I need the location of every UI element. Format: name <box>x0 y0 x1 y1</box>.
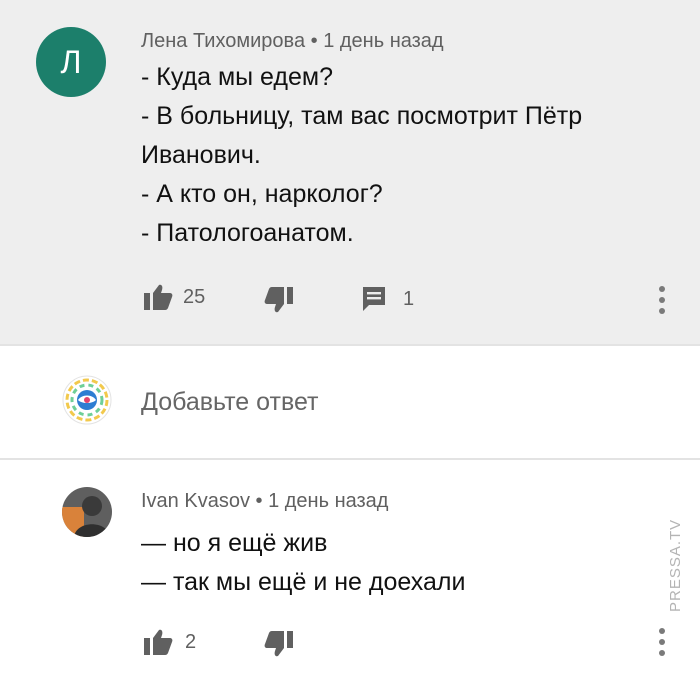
watermark: PRESSA.TV <box>667 518 684 612</box>
dislike-button[interactable] <box>264 630 294 658</box>
add-reply-input[interactable]: Добавьте ответ <box>141 388 318 417</box>
like-button[interactable]: 25 <box>143 283 205 311</box>
author-name[interactable]: Лена Тихомирова <box>141 30 305 52</box>
dislike-button[interactable] <box>264 286 294 314</box>
timestamp: • 1 день назад <box>255 490 389 512</box>
reply-button[interactable]: 1 <box>361 285 414 313</box>
thumb-up-icon <box>144 284 173 310</box>
reply-count: 1 <box>403 287 415 310</box>
like-count: 2 <box>185 630 197 653</box>
comment-text: - Куда мы едем? - В больницу, там вас по… <box>141 63 583 247</box>
avatar[interactable] <box>62 487 112 537</box>
timestamp: • 1 день назад <box>310 30 444 52</box>
divider <box>0 458 700 460</box>
more-vert-icon[interactable] <box>659 628 665 656</box>
more-vert-icon[interactable] <box>659 286 665 314</box>
comment-text: — но я ещё жив — так мы ещё и не доехали <box>141 529 466 596</box>
like-count: 25 <box>183 285 206 308</box>
thumb-down-icon <box>264 287 293 313</box>
thumb-down-icon <box>264 631 293 657</box>
user-avatar <box>62 375 112 425</box>
thumb-up-icon <box>144 629 173 655</box>
reply-icon <box>363 287 385 311</box>
comment-card: Л Лена Тихомирова • 1 день назад - Куда … <box>0 0 700 344</box>
author-name[interactable]: Ivan Kvasov <box>141 490 250 512</box>
avatar[interactable]: Л <box>36 27 106 97</box>
comment-meta: Ivan Kvasov • 1 день назад <box>141 490 388 513</box>
comment-meta: Лена Тихомирова • 1 день назад <box>141 30 444 53</box>
like-button[interactable]: 2 <box>143 628 196 656</box>
